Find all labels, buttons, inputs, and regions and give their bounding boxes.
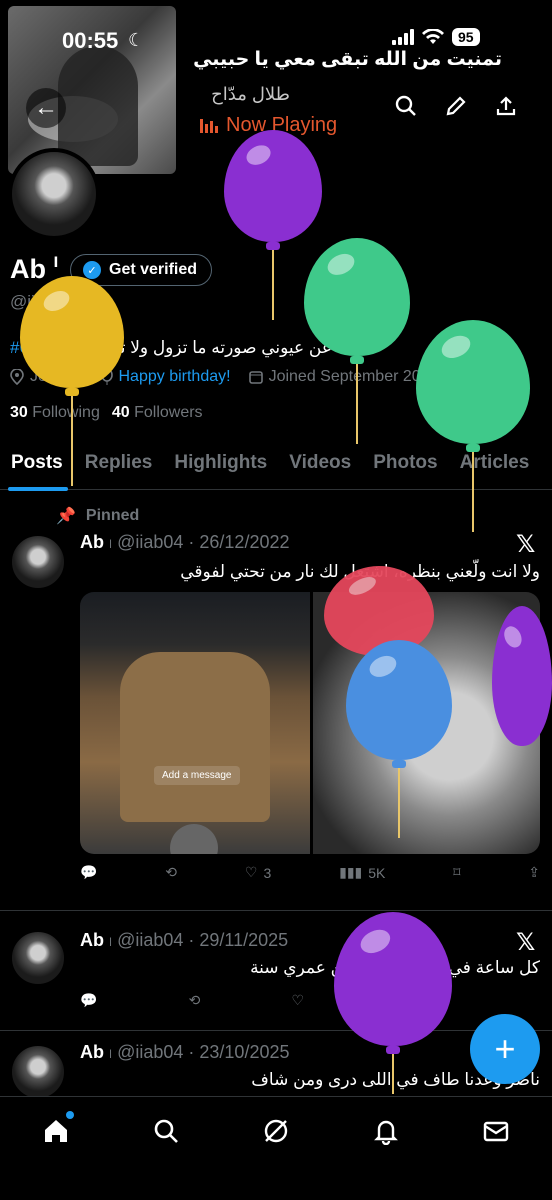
balloon-purple xyxy=(224,130,322,320)
wifi-icon xyxy=(422,29,444,44)
post-divider xyxy=(0,1030,552,1031)
birthday-item[interactable]: Happy birthday! xyxy=(100,368,231,386)
home-icon[interactable] xyxy=(36,1111,76,1151)
back-arrow-icon[interactable]: ← xyxy=(26,88,66,128)
reply-icon[interactable]: 💬 xyxy=(80,864,97,881)
post-media[interactable]: Add a message xyxy=(80,592,540,854)
notification-dot xyxy=(66,1111,74,1119)
share-icon[interactable] xyxy=(492,92,520,120)
post-divider xyxy=(0,910,552,911)
post-actions: 💬 ⟲ ♡ 3 ▮▮▮ 5K ⌑ ⇪ xyxy=(80,864,540,881)
notifications-icon[interactable] xyxy=(366,1111,406,1151)
profile-meta: Jeddah Happy birthday! Joined September … xyxy=(10,368,450,386)
location-item: Jeddah xyxy=(10,368,83,386)
x-logo-icon: 𝕏 xyxy=(516,929,536,956)
repost-icon[interactable]: ⟲ xyxy=(165,864,177,881)
followers-link[interactable]: 40 Followers xyxy=(112,404,203,422)
calendar-icon xyxy=(248,371,263,384)
repost-icon[interactable]: ⟲ xyxy=(189,992,201,1009)
post-actions: 💬 ⟲ ♡ ▮▮▮ 69 xyxy=(80,992,440,1009)
post-header: Ab ا @iiab04 · 29/11/2025 xyxy=(80,930,289,950)
balloon-green xyxy=(416,320,530,532)
post-avatar[interactable] xyxy=(8,1042,68,1102)
battery-indicator: 95 xyxy=(452,28,480,46)
post-avatar[interactable] xyxy=(8,532,68,592)
views-button[interactable]: ▮▮▮ 5K xyxy=(339,864,385,881)
post-header: Ab ا @iiab04 · 26/12/2022 xyxy=(80,532,290,552)
x-logo-icon: 𝕏 xyxy=(516,531,536,558)
post-header: Ab ا @iiab04 · 23/10/2025 xyxy=(80,1042,290,1062)
post-text: كل ساعة في غيابك تمضي من عمري سنة xyxy=(250,958,540,977)
profile-tabs: Posts Replies Highlights Videos Photos A… xyxy=(0,440,552,491)
reply-icon[interactable]: 💬 xyxy=(80,992,97,1009)
equalizer-icon xyxy=(200,118,218,133)
get-verified-label: Get verified xyxy=(109,261,198,278)
like-button[interactable]: ♡ 3 xyxy=(245,864,271,881)
get-verified-button[interactable]: ✓ Get verified xyxy=(70,254,213,286)
compose-button[interactable]: + xyxy=(470,1014,540,1084)
now-playing-artist: طلال مدّاح xyxy=(211,84,290,104)
status-indicators: 95 xyxy=(392,28,480,46)
bottom-nav xyxy=(0,1096,552,1200)
now-playing-title[interactable]: تمنيت من الله تبقى معي يا حبيبي xyxy=(193,48,502,71)
tab-articles[interactable]: Articles xyxy=(449,440,541,489)
post-text: ولا انت ولّعني بنظره، اشتعل لك نار من تح… xyxy=(180,562,540,581)
signal-icon xyxy=(392,29,414,45)
bookmark-icon[interactable]: ⌑ xyxy=(453,864,460,881)
following-link[interactable]: 30 Following xyxy=(10,404,100,422)
pinned-indicator: 📌 Pinned xyxy=(56,507,140,525)
search-icon[interactable] xyxy=(392,92,420,120)
profile-name: Ab ا xyxy=(10,254,59,284)
now-playing-indicator[interactable]: Now Playing xyxy=(200,114,337,137)
search-icon[interactable] xyxy=(146,1111,186,1151)
status-time: 00:55 xyxy=(62,28,119,53)
tab-posts[interactable]: Posts xyxy=(0,440,74,491)
tab-photos[interactable]: Photos xyxy=(362,440,448,489)
tab-highlights[interactable]: Highlights xyxy=(163,440,278,489)
profile-handle: @iiab04 xyxy=(10,292,73,311)
tab-replies[interactable]: Replies xyxy=(74,440,164,489)
follow-stats: 30 Following 40 Followers xyxy=(10,404,203,422)
profile-bio: عن عيوني صورته ما تزول ولا تغاب .. xyxy=(77,338,332,357)
now-playing-label: Now Playing xyxy=(226,114,338,136)
bio-hashtag[interactable]: #6lal xyxy=(10,338,46,358)
like-button[interactable]: ♡ xyxy=(292,992,305,1009)
views-button[interactable]: ▮▮▮ 69 xyxy=(395,992,440,1009)
share-post-icon[interactable]: ⇪ xyxy=(528,864,540,881)
send-icon xyxy=(170,824,218,854)
edit-icon[interactable] xyxy=(442,92,470,120)
grok-icon[interactable] xyxy=(256,1111,296,1151)
media-caption: Add a message xyxy=(154,766,240,785)
media-image-left[interactable]: Add a message xyxy=(80,592,310,854)
pin-icon: 📌 xyxy=(56,508,76,525)
post-avatar[interactable] xyxy=(8,928,68,988)
location-pin-icon xyxy=(10,369,24,385)
focus-moon-icon: ☾ xyxy=(128,30,145,50)
balloon-icon xyxy=(100,369,113,385)
joined-item: Joined September 2019 › xyxy=(248,368,450,386)
profile-avatar[interactable] xyxy=(8,148,100,240)
verified-badge-icon: ✓ xyxy=(83,261,101,279)
tab-videos[interactable]: Videos xyxy=(278,440,362,489)
media-image-right[interactable] xyxy=(313,592,540,854)
messages-icon[interactable] xyxy=(476,1111,516,1151)
